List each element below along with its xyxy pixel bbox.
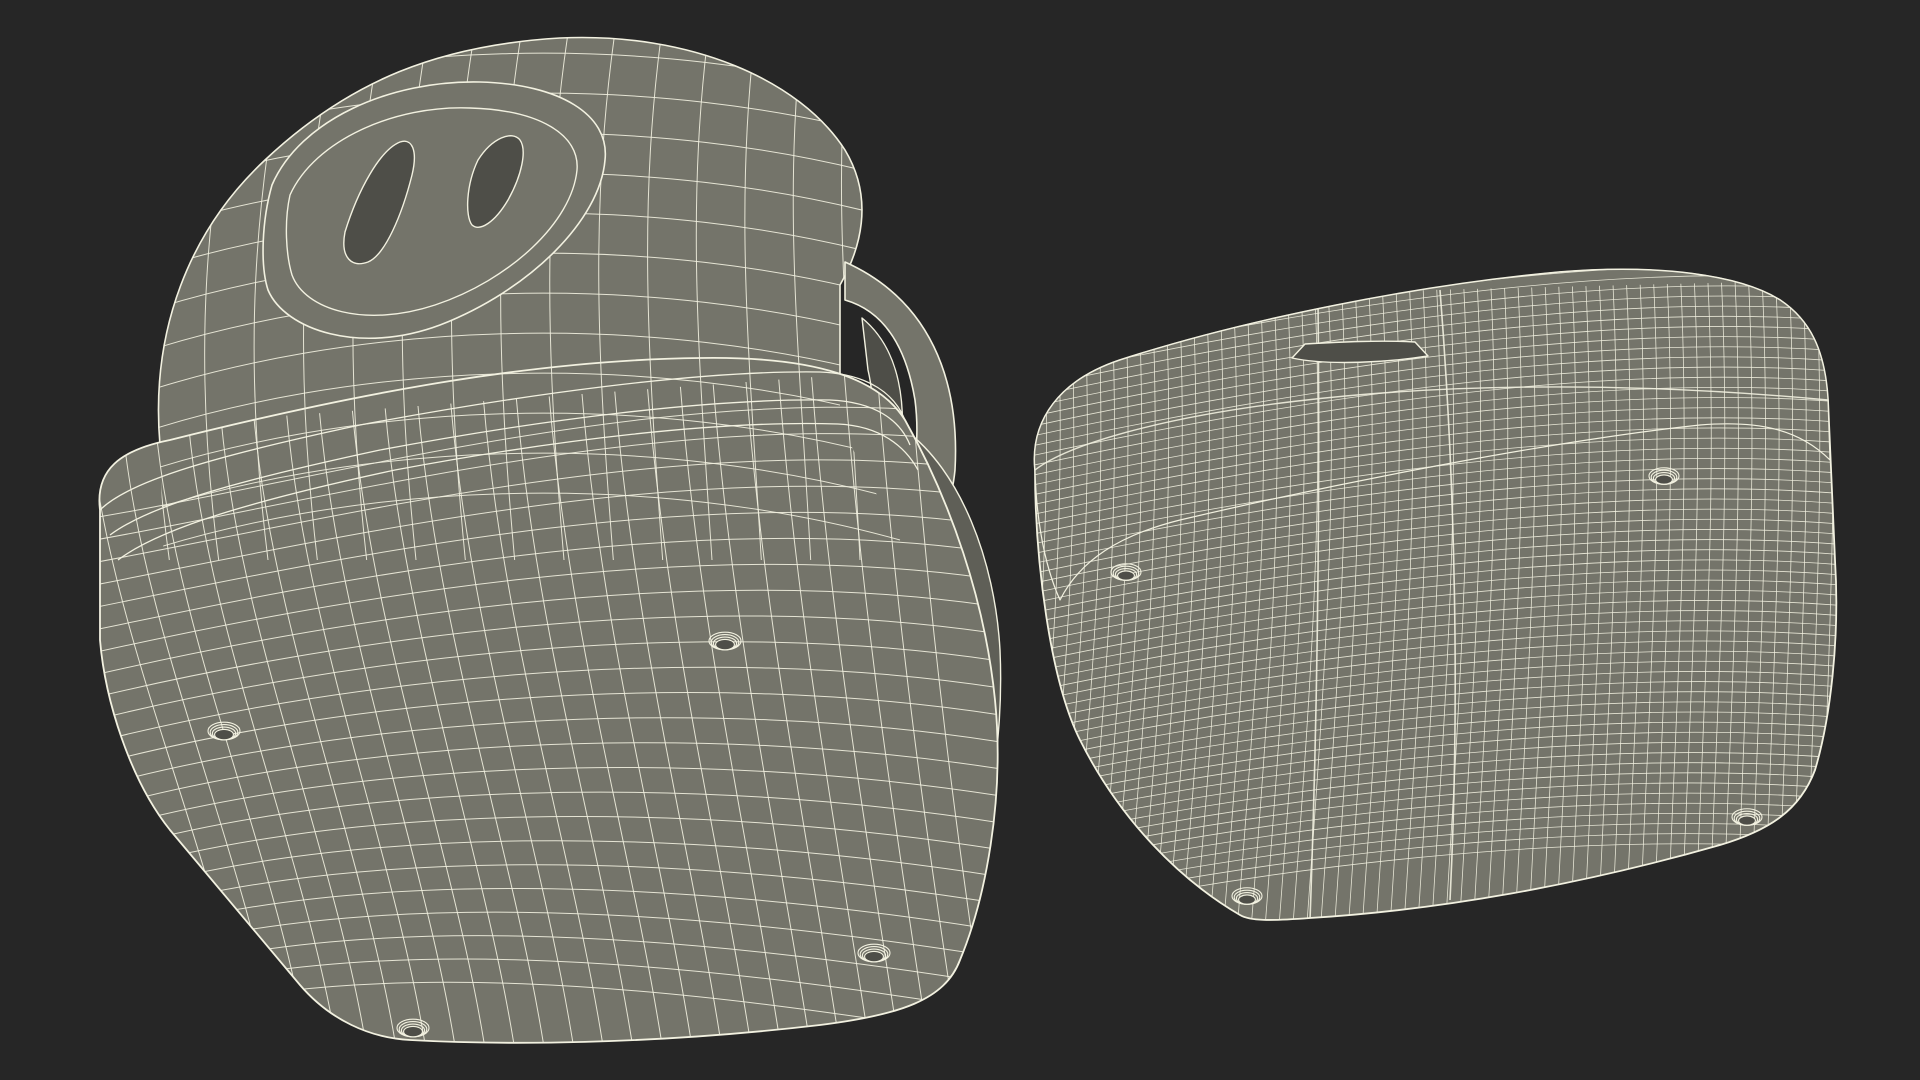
- screw-hole-ring: [1117, 570, 1135, 581]
- screw-hole-ring: [864, 950, 884, 963]
- screw-hole-ring: [1655, 474, 1673, 485]
- lid-slot: [1291, 340, 1429, 364]
- screw-hole-ring: [715, 638, 735, 651]
- screw-hole-ring: [1238, 894, 1256, 905]
- scene-canvas: [0, 0, 1920, 1080]
- screw-hole-ring: [1738, 815, 1756, 826]
- screw-hole-ring: [403, 1025, 423, 1038]
- screw-hole-ring: [214, 728, 234, 741]
- render-viewport: [0, 0, 1920, 1080]
